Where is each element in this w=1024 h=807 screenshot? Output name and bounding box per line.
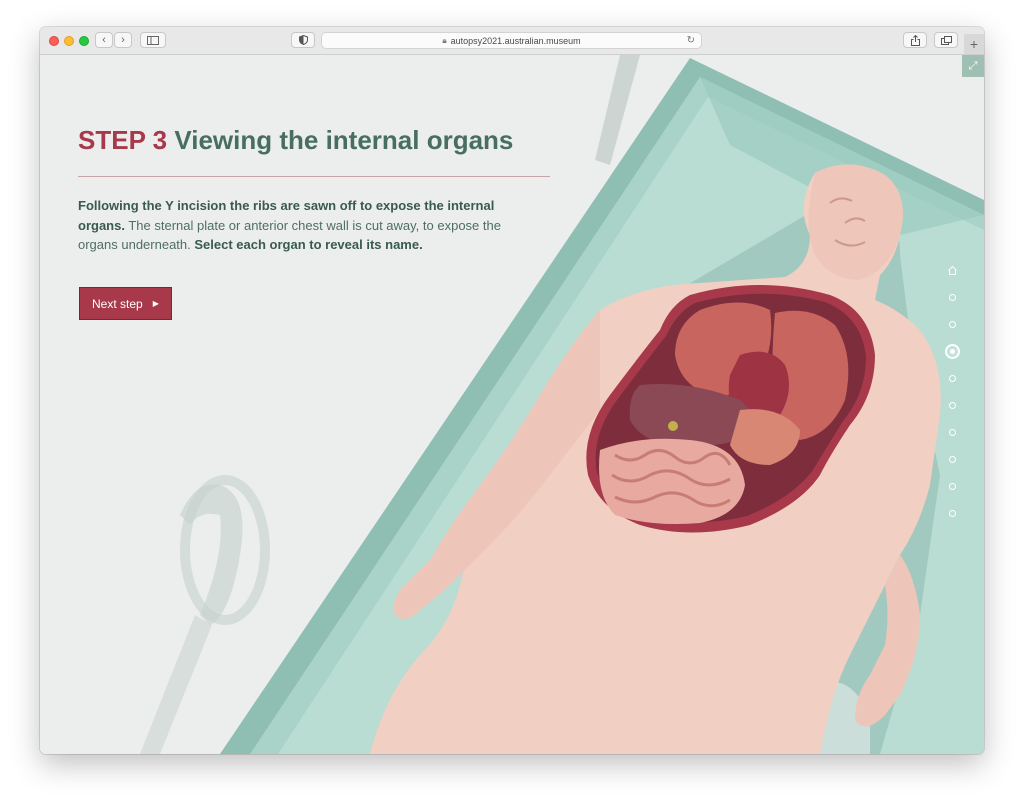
share-icon — [910, 34, 920, 46]
tabs-overview-button[interactable] — [934, 32, 958, 48]
plus-icon: + — [969, 36, 979, 52]
step-label: STEP 3 — [78, 125, 168, 155]
browser-window: ‹ › 🔒︎ autopsy2021.australian.museum ↻ + — [40, 27, 984, 754]
triangle-right-icon: ▶ — [152, 299, 159, 308]
step-title: Viewing the internal organs — [174, 125, 514, 155]
forward-button[interactable]: › — [114, 32, 132, 48]
step-dot-5[interactable] — [949, 402, 956, 409]
browser-toolbar: ‹ › 🔒︎ autopsy2021.australian.museum ↻ + — [40, 27, 984, 55]
step-dot-4[interactable] — [949, 375, 956, 382]
tabs-icon — [940, 35, 952, 45]
reload-icon[interactable]: ↻ — [687, 35, 695, 46]
shield-icon — [298, 35, 308, 45]
step-dot-2[interactable] — [949, 321, 956, 328]
minimize-window-button[interactable] — [64, 36, 74, 46]
step-dot-6[interactable] — [949, 429, 956, 436]
step-dot-9[interactable] — [949, 510, 956, 517]
intro-instruction-text: Select each organ to reveal its name. — [194, 237, 423, 252]
zoom-window-button[interactable] — [79, 36, 89, 46]
expand-icon: ⤢ — [968, 59, 978, 72]
page-content: STEP 3 Viewing the internal organs Follo… — [40, 55, 984, 754]
privacy-shield-button[interactable] — [291, 32, 315, 48]
lock-icon: 🔒︎ — [442, 35, 447, 45]
chevron-right-icon: › — [121, 33, 125, 46]
url-text: autopsy2021.australian.museum — [450, 35, 581, 46]
title-divider — [78, 176, 550, 177]
step-dot-1[interactable] — [949, 294, 956, 301]
autopsy-illustration — [40, 55, 984, 754]
back-button[interactable]: ‹ — [95, 32, 113, 48]
new-tab-button[interactable]: + — [964, 34, 984, 54]
intro-paragraph: Following the Y incision the ribs are sa… — [78, 196, 528, 255]
address-bar[interactable]: 🔒︎ autopsy2021.australian.museum ↻ — [321, 32, 702, 49]
chevron-left-icon: ‹ — [102, 33, 106, 46]
intestines[interactable] — [599, 438, 745, 524]
next-step-label: Next step — [92, 296, 143, 311]
sidebar-toggle-button[interactable] — [140, 32, 166, 48]
share-button[interactable] — [903, 32, 927, 48]
fullscreen-button[interactable]: ⤢ — [962, 55, 984, 77]
step-dot-3-active[interactable] — [945, 344, 960, 359]
step-dot-8[interactable] — [949, 483, 956, 490]
home-icon[interactable] — [948, 265, 957, 275]
next-step-button[interactable]: Next step ▶ — [79, 287, 172, 320]
sidebar-icon — [147, 35, 159, 45]
step-dot-7[interactable] — [949, 456, 956, 463]
page-title: STEP 3 Viewing the internal organs — [78, 125, 513, 155]
close-window-button[interactable] — [49, 36, 59, 46]
